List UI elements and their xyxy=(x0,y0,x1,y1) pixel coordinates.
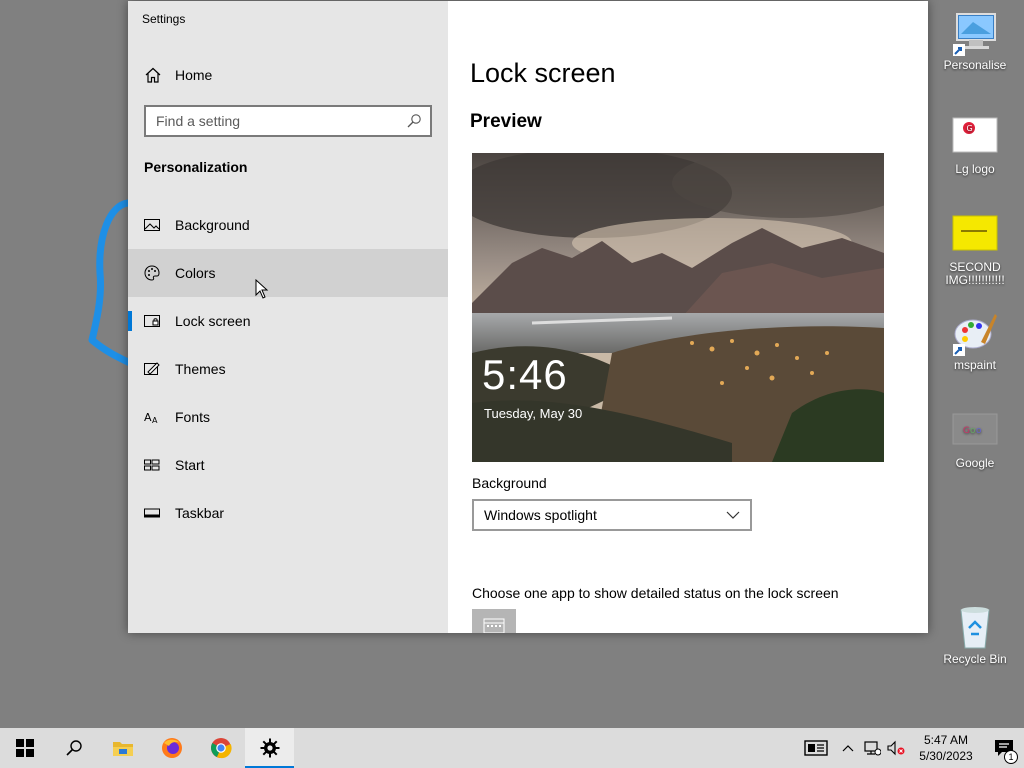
sidebar-item-background[interactable]: Background xyxy=(128,201,448,249)
background-dropdown-value: Windows spotlight xyxy=(484,507,597,523)
themes-icon xyxy=(144,361,160,377)
desktop-icon-second-img[interactable]: SECOND IMG!!!!!!!!!!! xyxy=(935,210,1015,287)
sidebar-item-taskbar[interactable]: Taskbar xyxy=(128,489,448,537)
nav-list: Background Colors Lock screen Themes A A… xyxy=(128,201,448,537)
desktop-icon-recycle-bin[interactable]: Recycle Bin xyxy=(935,602,1015,666)
sidebar-item-label: Fonts xyxy=(175,409,211,425)
lock-screen-preview: 5:46 Tuesday, May 30 xyxy=(472,153,884,462)
svg-text:o: o xyxy=(976,426,982,436)
mouse-cursor-icon xyxy=(255,279,269,299)
detailed-status-label: Choose one app to show detailed status o… xyxy=(472,585,839,601)
sidebar-item-themes[interactable]: Themes xyxy=(128,345,448,393)
start-layout-icon xyxy=(144,457,160,473)
taskbar-settings[interactable] xyxy=(245,728,294,768)
desktop-icon-label: SECOND IMG!!!!!!!!!!! xyxy=(945,260,1005,287)
show-hidden-icons-button[interactable] xyxy=(836,728,860,768)
chevron-up-icon xyxy=(842,745,854,752)
page-title: Lock screen xyxy=(470,58,616,88)
firefox-icon xyxy=(161,738,182,758)
sidebar: Settings Home Personalization Background xyxy=(128,1,448,633)
desktop-icon-label: mspaint xyxy=(953,358,997,372)
sidebar-item-label: Taskbar xyxy=(175,505,225,521)
svg-text:G: G xyxy=(967,124,973,133)
fonts-icon: AA xyxy=(144,409,160,425)
sidebar-item-label: Colors xyxy=(175,265,216,281)
clock-time: 5:47 AM xyxy=(923,733,969,747)
system-tray: 5:47 AM 5/30/2023 1 xyxy=(796,728,1024,768)
svg-text:A: A xyxy=(152,416,158,425)
settings-icon xyxy=(260,738,279,758)
search-setting-box[interactable] xyxy=(144,105,432,137)
taskbar-file-explorer[interactable] xyxy=(98,728,147,768)
volume-muted-icon xyxy=(887,740,905,756)
picture-icon xyxy=(144,217,160,233)
taskbar-icon xyxy=(144,505,160,521)
windows-start-icon xyxy=(15,739,34,757)
clock-date: 5/30/2023 xyxy=(919,749,973,763)
recycle-bin-icon xyxy=(951,602,999,650)
sidebar-item-label: Start xyxy=(175,457,205,473)
notification-count-badge: 1 xyxy=(1004,750,1018,764)
sidebar-item-start[interactable]: Start xyxy=(128,441,448,489)
selection-indicator xyxy=(128,311,132,331)
background-label: Background xyxy=(472,475,547,491)
sidebar-item-fonts[interactable]: AA Fonts xyxy=(128,393,448,441)
taskbar-search-button[interactable] xyxy=(49,728,98,768)
taskbar-chrome[interactable] xyxy=(196,728,245,768)
desktop-icon-mspaint[interactable]: mspaint xyxy=(935,308,1015,372)
detailed-status-app-button[interactable] xyxy=(472,609,516,633)
network-button[interactable] xyxy=(860,728,884,768)
paint-icon xyxy=(951,308,999,356)
search-input[interactable] xyxy=(146,107,406,135)
home-nav-item[interactable]: Home xyxy=(128,53,448,97)
calendar-icon xyxy=(483,618,505,633)
home-label: Home xyxy=(175,67,213,83)
file-explorer-icon xyxy=(112,742,133,756)
palette-icon xyxy=(144,265,160,281)
sidebar-item-colors[interactable]: Colors xyxy=(128,249,448,297)
preview-heading: Preview xyxy=(470,111,542,132)
start-button[interactable] xyxy=(0,728,49,768)
desktop-icon-label: Google xyxy=(955,456,995,470)
search-icon xyxy=(65,740,82,756)
home-icon xyxy=(145,67,161,83)
sidebar-item-label: Background xyxy=(175,217,250,233)
action-center-button[interactable]: 1 xyxy=(984,728,1024,768)
taskbar: 5:47 AM 5/30/2023 1 xyxy=(0,728,1024,768)
taskbar-clock[interactable]: 5:47 AM 5/30/2023 xyxy=(908,732,984,764)
desktop-icon-label: Personalise xyxy=(943,58,1007,72)
volume-button[interactable] xyxy=(884,728,908,768)
monitor-shortcut-icon xyxy=(951,8,999,56)
desktop-icon-label: Lg logo xyxy=(955,162,995,176)
svg-text:A: A xyxy=(144,411,152,424)
chevron-down-icon xyxy=(726,511,740,519)
preview-time: 5:46 xyxy=(482,351,568,398)
news-widget-button[interactable] xyxy=(796,728,836,768)
main-content: Lock screen Preview 5:46 Tuesday, May 30… xyxy=(448,1,928,633)
taskbar-firefox[interactable] xyxy=(147,728,196,768)
svg-text:G: G xyxy=(963,426,970,436)
image-file-icon xyxy=(951,210,999,258)
chrome-icon xyxy=(210,738,232,759)
sidebar-item-lock-screen[interactable]: Lock screen xyxy=(128,297,448,345)
network-icon xyxy=(864,741,881,756)
desktop-icon-lg-logo[interactable]: G Lg logo xyxy=(935,112,1015,176)
section-heading: Personalization xyxy=(144,159,248,175)
window-title: Settings xyxy=(142,12,186,26)
desktop-icon-personalise[interactable]: Personalise xyxy=(935,8,1015,72)
image-file-icon: G o o xyxy=(951,406,999,454)
desktop-icon-google[interactable]: G o o Google xyxy=(935,406,1015,470)
image-file-icon: G xyxy=(951,112,999,160)
preview-date: Tuesday, May 30 xyxy=(484,406,583,421)
lock-screen-icon xyxy=(144,313,160,329)
sidebar-item-label: Themes xyxy=(175,361,226,377)
background-dropdown[interactable]: Windows spotlight xyxy=(472,499,752,531)
news-icon xyxy=(804,740,828,756)
search-icon[interactable] xyxy=(406,113,422,129)
desktop-icon-label: Recycle Bin xyxy=(943,652,1007,666)
settings-window: Settings Home Personalization Background xyxy=(128,1,928,633)
sidebar-item-label: Lock screen xyxy=(175,313,251,329)
